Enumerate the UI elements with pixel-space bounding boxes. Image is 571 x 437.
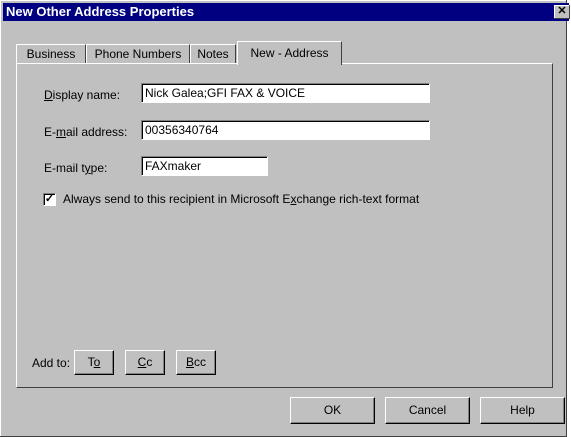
- ok-button-label: OK: [323, 403, 342, 417]
- checkmark-icon: ✓: [44, 193, 55, 205]
- email-type-label: E-mail type:: [44, 161, 108, 175]
- tab-notes-label: Notes: [197, 47, 229, 61]
- cancel-button[interactable]: Cancel: [385, 397, 470, 424]
- ok-button[interactable]: OK: [290, 397, 375, 424]
- tab-phone-numbers[interactable]: Phone Numbers: [86, 44, 190, 64]
- email-address-label: E-mail address:: [44, 125, 128, 139]
- tab-panel: Display name: Nick Galea;GFI FAX & VOICE…: [16, 63, 553, 388]
- tab-phone-numbers-label: Phone Numbers: [94, 47, 182, 61]
- help-button-label: Help: [510, 403, 535, 417]
- tab-notes[interactable]: Notes: [190, 44, 236, 64]
- email-type-value: FAXmaker: [145, 159, 202, 173]
- add-to-label: Add to:: [32, 356, 71, 370]
- email-address-value: 00356340764: [145, 123, 219, 137]
- email-address-field[interactable]: 00356340764: [141, 120, 430, 140]
- tab-new-address[interactable]: New - Address: [237, 41, 342, 65]
- close-icon: ✕: [557, 5, 567, 17]
- richtext-checkbox-label[interactable]: Always send to this recipient in Microso…: [63, 192, 419, 206]
- email-type-field[interactable]: FAXmaker: [141, 156, 268, 176]
- window-title: New Other Address Properties: [6, 4, 195, 19]
- richtext-checkbox[interactable]: ✓: [43, 193, 56, 206]
- close-button[interactable]: ✕: [554, 5, 570, 19]
- add-to-bcc-button[interactable]: Bcc: [176, 350, 216, 375]
- properties-dialog: New Other Address Properties ✕ Business …: [0, 0, 570, 437]
- display-name-value: Nick Galea;GFI FAX & VOICE: [145, 86, 306, 100]
- cancel-button-label: Cancel: [408, 403, 447, 417]
- help-button[interactable]: Help: [480, 397, 565, 424]
- tab-business[interactable]: Business: [16, 44, 86, 64]
- add-to-to-button[interactable]: To: [74, 350, 114, 375]
- display-name-label: Display name:: [44, 88, 121, 102]
- tab-business-label: Business: [26, 47, 76, 61]
- title-bar[interactable]: New Other Address Properties ✕: [3, 3, 570, 21]
- add-to-cc-button[interactable]: Cc: [125, 350, 165, 375]
- tab-new-address-label: New - Address: [250, 46, 329, 60]
- display-name-field[interactable]: Nick Galea;GFI FAX & VOICE: [141, 83, 430, 103]
